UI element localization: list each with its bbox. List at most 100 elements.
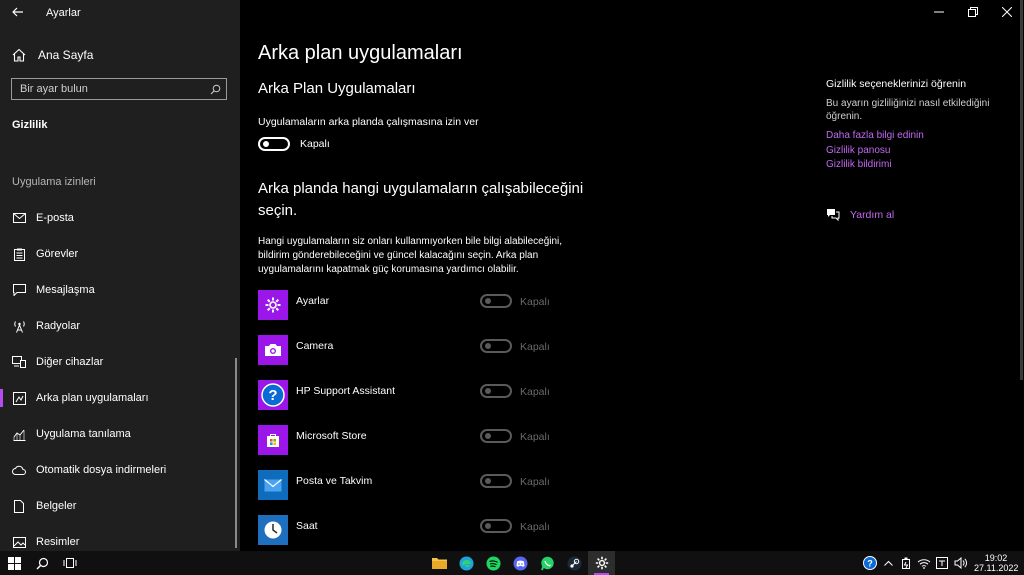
- sidebar: Ayarlar Ana Sayfa Gizlilik Uygulama izin…: [0, 0, 240, 551]
- sidebar-item-label: Arka plan uygulamaları: [36, 392, 149, 404]
- message-icon: [12, 283, 26, 297]
- sidebar-item-radyolar[interactable]: Radyolar: [0, 308, 240, 344]
- app-toggle[interactable]: [480, 429, 512, 443]
- clock-date: 27.11.2022: [974, 563, 1019, 573]
- app-toggle[interactable]: [480, 339, 512, 353]
- sidebar-item-label: Belgeler: [36, 500, 77, 512]
- window-title: Ayarlar: [46, 7, 81, 19]
- app-name: Camera: [296, 340, 334, 352]
- app-name: Ayarlar: [296, 295, 330, 307]
- clock-icon: [258, 515, 288, 545]
- app-toggle-state: Kapalı: [520, 296, 550, 308]
- sidebar-item-label: Diğer cihazlar: [36, 356, 104, 368]
- taskbar-left: [0, 551, 84, 575]
- hp-support-tray-icon[interactable]: ?: [862, 556, 878, 570]
- close-icon[interactable]: [990, 0, 1024, 24]
- taskbar: ? 19:02 27.11.2022: [0, 551, 1024, 575]
- volume-icon[interactable]: [952, 557, 968, 569]
- taskbar-clock[interactable]: 19:02 27.11.2022: [974, 553, 1018, 573]
- settings-taskbar-icon[interactable]: [588, 551, 615, 575]
- sidebar-nav: E-posta Görevler Mesajlaşma Radyolar Diğ…: [0, 200, 240, 560]
- restore-icon[interactable]: [956, 0, 990, 24]
- sidebar-item-label: E-posta: [36, 212, 74, 224]
- sidebar-item-diger-cihazlar[interactable]: Diğer cihazlar: [0, 344, 240, 380]
- app-row-hp-support-assistant: ? HP Support Assistant Kapalı: [258, 380, 558, 425]
- task-view-icon[interactable]: [56, 551, 84, 575]
- home-icon: [12, 48, 26, 62]
- toggle-knob: [485, 388, 491, 394]
- spotify-icon[interactable]: [480, 551, 507, 575]
- toggle-knob: [485, 523, 491, 529]
- edge-icon[interactable]: [453, 551, 480, 575]
- clipboard-icon: [12, 247, 26, 261]
- wifi-icon[interactable]: [916, 558, 932, 569]
- app-toggle[interactable]: [480, 519, 512, 533]
- diagnostics-icon: [12, 427, 26, 441]
- sidebar-item-mesajlasma[interactable]: Mesajlaşma: [0, 272, 240, 308]
- link-learn-more[interactable]: Daha fazla bilgi edinin: [826, 129, 1006, 144]
- sidebar-item-otomatik-dosya-indirmeleri[interactable]: Otomatik dosya indirmeleri: [0, 452, 240, 488]
- app-name: Microsoft Store: [296, 430, 367, 442]
- devices-icon: [12, 355, 26, 369]
- sidebar-item-e-posta[interactable]: E-posta: [0, 200, 240, 236]
- radio-tower-icon: [12, 319, 26, 333]
- app-toggle[interactable]: [480, 294, 512, 308]
- cloud-icon: [12, 463, 26, 477]
- app-name: Saat: [296, 520, 318, 532]
- background-toggle-label: Uygulamaların arka planda çalışmasına iz…: [258, 116, 479, 128]
- toggle-knob: [263, 141, 269, 147]
- mail-icon: [12, 211, 26, 225]
- whatsapp-icon[interactable]: [534, 551, 561, 575]
- app-row-microsoft-store: Microsoft Store Kapalı: [258, 425, 558, 470]
- app-row-posta-ve-takvim: Posta ve Takvim Kapalı: [258, 470, 558, 515]
- chevron-up-icon[interactable]: [880, 560, 896, 566]
- toggle-knob: [485, 343, 491, 349]
- mail-icon: [258, 470, 288, 500]
- file-explorer-icon[interactable]: [426, 551, 453, 575]
- choose-apps-heading: Arka planda hangi uygulamaların çalışabi…: [258, 180, 584, 219]
- search-icon[interactable]: [28, 551, 56, 575]
- sidebar-item-uygulama-tanilama[interactable]: Uygulama tanılama: [0, 416, 240, 452]
- choose-apps-description: Hangi uygulamaların siz onları kullanmıy…: [258, 236, 563, 275]
- sidebar-item-label: Radyolar: [36, 320, 81, 332]
- app-name: HP Support Assistant: [296, 385, 396, 397]
- app-list: Ayarlar Kapalı Camera Kapalı ? HP Suppor…: [258, 290, 558, 560]
- app-toggle[interactable]: [480, 384, 512, 398]
- sidebar-item-arka-plan-uygulamalari[interactable]: Arka plan uygulamaları: [0, 380, 240, 416]
- app-toggle-state: Kapalı: [520, 386, 550, 398]
- get-help-link[interactable]: Yardım al: [826, 208, 894, 221]
- search-box[interactable]: [11, 78, 227, 100]
- get-help-label: Yardım al: [850, 208, 895, 221]
- link-privacy-statement[interactable]: Gizlilik bildirimi: [826, 158, 1006, 173]
- search-input[interactable]: [12, 82, 204, 96]
- gear-icon: [258, 290, 288, 320]
- related-heading: Gizlilik seçeneklerinizi öğrenin: [826, 78, 967, 90]
- main-scrollbar[interactable]: [1020, 0, 1023, 380]
- language-icon[interactable]: [934, 557, 950, 569]
- sidebar-scrollbar[interactable]: [235, 358, 237, 548]
- toggle-knob: [485, 298, 491, 304]
- sidebar-item-gorevler[interactable]: Görevler: [0, 236, 240, 272]
- clock-time: 19:02: [984, 553, 1008, 563]
- steam-icon[interactable]: [561, 551, 588, 575]
- discord-icon[interactable]: [507, 551, 534, 575]
- taskbar-apps: [426, 551, 615, 575]
- back-arrow-icon[interactable]: [8, 4, 28, 22]
- home-link[interactable]: Ana Sayfa: [12, 46, 93, 64]
- battery-icon[interactable]: [898, 557, 914, 569]
- minimize-icon[interactable]: [922, 0, 956, 24]
- app-toggle[interactable]: [480, 474, 512, 488]
- app-toggle-state: Kapalı: [520, 476, 550, 488]
- document-icon: [12, 499, 26, 513]
- app-name: Posta ve Takvim: [296, 475, 373, 487]
- background-apps-toggle[interactable]: [258, 137, 290, 151]
- sidebar-item-belgeler[interactable]: Belgeler: [0, 488, 240, 524]
- sidebar-item-label: Resimler: [36, 536, 80, 548]
- link-privacy-dashboard[interactable]: Gizlilik panosu: [826, 144, 1006, 159]
- windows-start-icon[interactable]: [0, 551, 28, 575]
- background-apps-icon: [12, 391, 26, 405]
- sidebar-item-label: Mesajlaşma: [36, 284, 95, 296]
- search-icon[interactable]: [204, 84, 226, 95]
- svg-text:?: ?: [867, 559, 873, 569]
- app-toggle-state: Kapalı: [520, 521, 550, 533]
